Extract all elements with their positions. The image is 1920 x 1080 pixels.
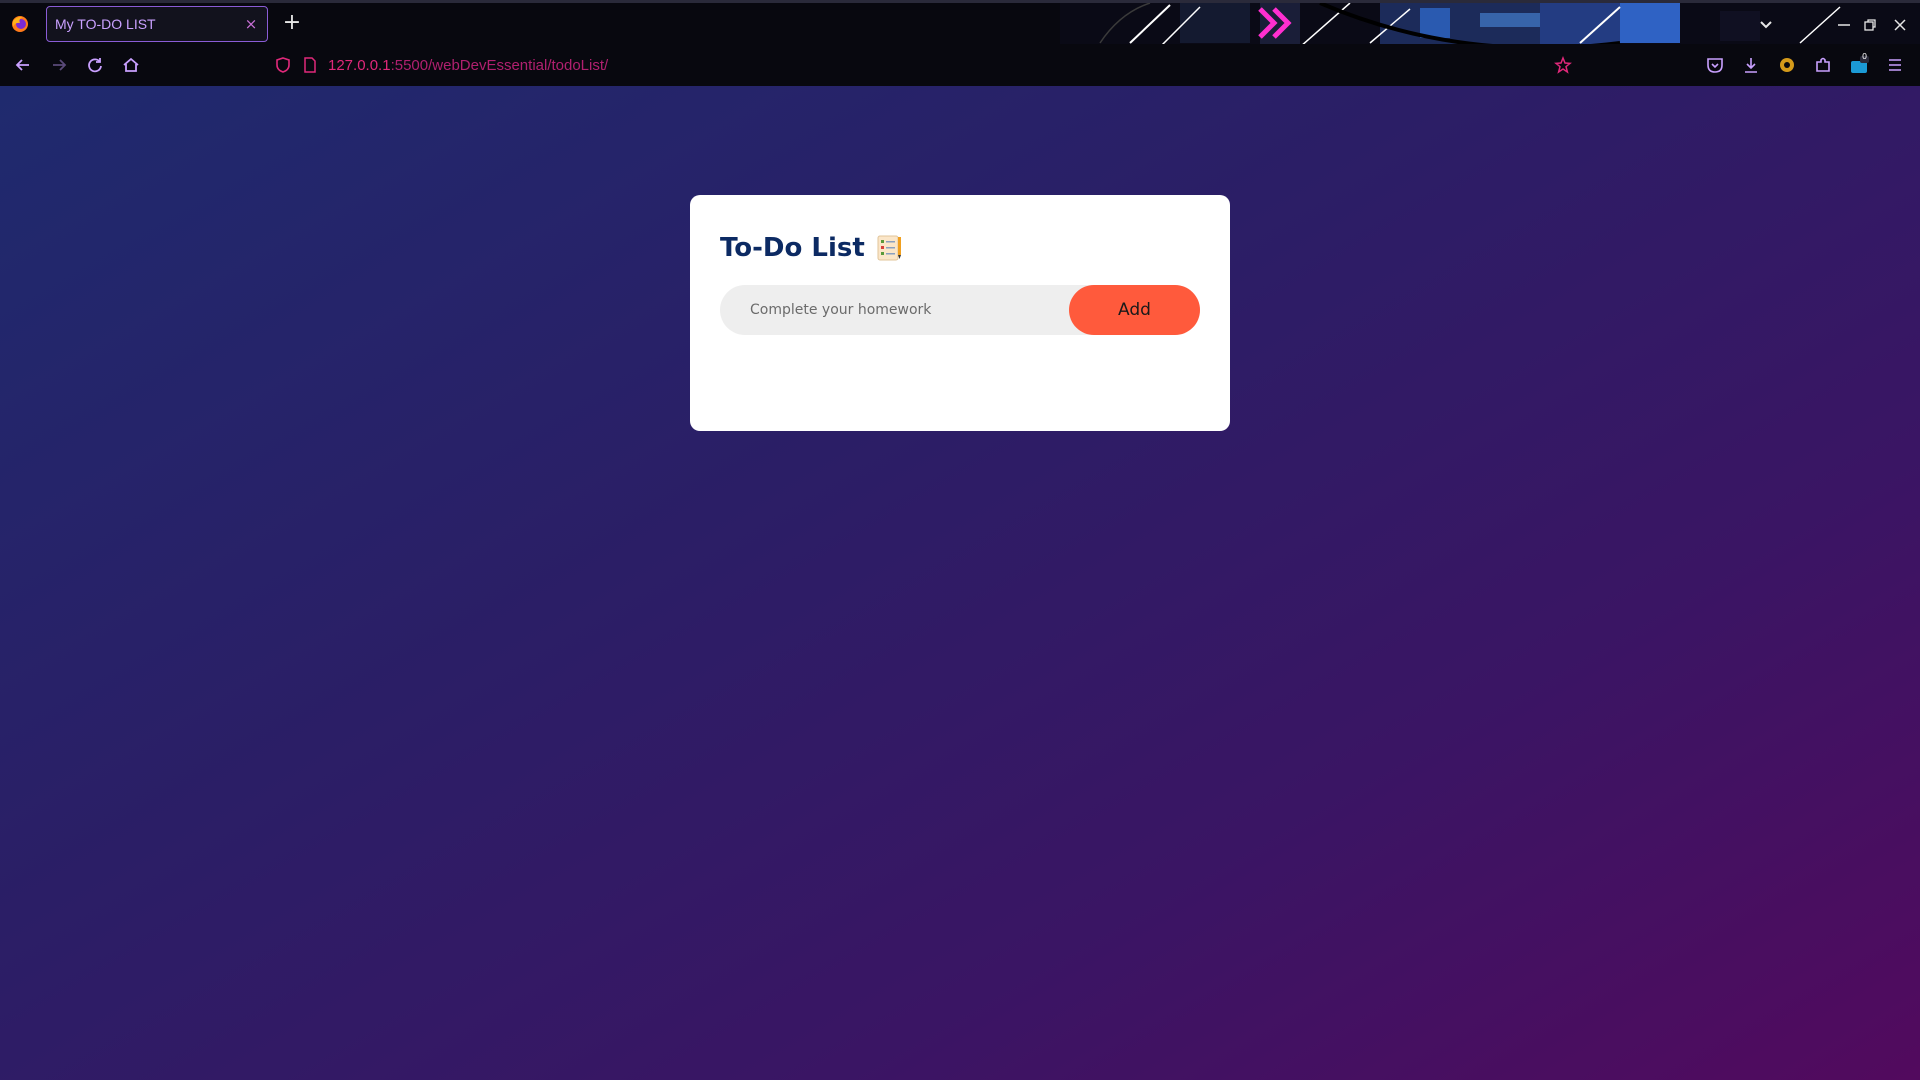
bookmark-star-icon[interactable] xyxy=(1554,56,1572,74)
page-background: To-Do List Add xyxy=(0,86,1920,1080)
new-tab-button[interactable]: + xyxy=(280,12,304,36)
tab-close-icon[interactable]: × xyxy=(243,15,259,33)
add-button[interactable]: Add xyxy=(1069,285,1200,335)
nav-bar: 127.0.0.1:5500/webDevEssential/todoList/… xyxy=(0,44,1920,86)
back-icon[interactable] xyxy=(12,54,34,76)
tab-active[interactable]: My TO-DO LIST × xyxy=(46,6,268,42)
close-window-icon[interactable] xyxy=(1890,15,1910,35)
url-host: 127.0.0.1 xyxy=(328,56,391,74)
list-all-tabs-icon[interactable] xyxy=(1756,15,1776,35)
forward-icon[interactable] xyxy=(48,54,70,76)
menu-icon[interactable] xyxy=(1884,54,1906,76)
badge-count: 0 xyxy=(1862,52,1868,61)
maximize-icon[interactable] xyxy=(1860,15,1880,35)
extension-gear-icon[interactable] xyxy=(1776,54,1798,76)
url-path: :5500/webDevEssential/todoList/ xyxy=(390,56,609,74)
reload-icon[interactable] xyxy=(84,54,106,76)
todo-heading: To-Do List xyxy=(720,233,1200,263)
theme-artwork xyxy=(1060,3,1920,44)
page-icon[interactable] xyxy=(302,56,318,74)
checklist-icon xyxy=(877,235,901,261)
tab-strip: My TO-DO LIST × + xyxy=(0,0,1920,44)
input-row: Add xyxy=(720,285,1200,335)
minimize-icon[interactable] xyxy=(1834,15,1854,35)
shield-icon[interactable] xyxy=(274,56,292,74)
todo-card: To-Do List Add xyxy=(690,195,1230,431)
extensions-puzzle-icon[interactable] xyxy=(1812,54,1834,76)
url-bar[interactable]: 127.0.0.1:5500/webDevEssential/todoList/ xyxy=(270,48,1580,82)
downloads-icon[interactable] xyxy=(1740,54,1762,76)
tab-title: My TO-DO LIST xyxy=(55,16,156,32)
account-badge-button[interactable]: 0 xyxy=(1848,52,1870,76)
todo-input[interactable] xyxy=(720,285,1080,335)
home-icon[interactable] xyxy=(120,54,142,76)
url-text[interactable]: 127.0.0.1:5500/webDevEssential/todoList/ xyxy=(328,57,608,74)
firefox-logo-icon[interactable] xyxy=(11,15,29,33)
pocket-icon[interactable] xyxy=(1704,54,1726,76)
todo-title: To-Do List xyxy=(720,233,865,263)
